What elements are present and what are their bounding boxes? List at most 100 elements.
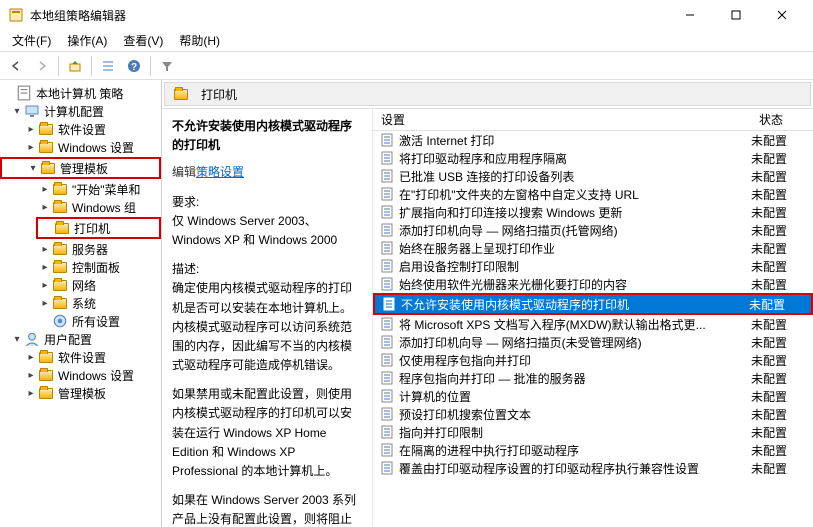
tree-u-software[interactable]: ▸ 软件设置 <box>0 348 161 366</box>
back-button[interactable] <box>4 55 28 77</box>
list-header: 设置 状态 <box>373 109 813 131</box>
tree-printers[interactable]: 打印机 <box>38 219 159 237</box>
chevron-right-icon[interactable]: ▸ <box>38 262 52 273</box>
row-label: 启用设备控制打印限制 <box>399 258 751 275</box>
list-row[interactable]: 激活 Internet 打印未配置 <box>373 131 813 149</box>
separator <box>58 56 59 76</box>
list-row[interactable]: 将打印驱动程序和应用程序隔离未配置 <box>373 149 813 167</box>
tree-pane: 本地计算机 策略 ▾ 计算机配置 ▸ 软件设置 ▸ Windows 设置 ▾ 管… <box>0 80 162 527</box>
chevron-right-icon[interactable]: ▸ <box>24 142 38 153</box>
chevron-right-icon[interactable]: ▸ <box>38 202 52 213</box>
tree-control-panel[interactable]: ▸ 控制面板 <box>0 258 161 276</box>
folder-icon <box>54 220 70 236</box>
desc-body: 确定使用内核模式驱动程序的打印机是否可以安装在本地计算机上。内核模式驱动程序可以… <box>172 279 362 375</box>
tree-root[interactable]: 本地计算机 策略 <box>0 84 161 102</box>
policy-icon <box>16 85 32 101</box>
list-row[interactable]: 在"打印机"文件夹的左窗格中自定义支持 URL未配置 <box>373 185 813 203</box>
maximize-button[interactable] <box>713 0 759 30</box>
row-state: 未配置 <box>751 204 807 221</box>
menu-action[interactable]: 操作(A) <box>59 29 115 52</box>
row-state: 未配置 <box>751 424 807 441</box>
menu-help[interactable]: 帮助(H) <box>171 29 228 52</box>
col-setting[interactable]: 设置 <box>373 111 751 128</box>
computer-icon <box>24 103 40 119</box>
setting-icon <box>379 258 395 274</box>
row-state: 未配置 <box>751 240 807 257</box>
tree-u-admin[interactable]: ▸ 管理模板 <box>0 384 161 402</box>
tree-u-windows[interactable]: ▸ Windows 设置 <box>0 366 161 384</box>
row-state: 未配置 <box>751 442 807 459</box>
svg-text:?: ? <box>131 62 137 73</box>
list-row[interactable]: 指向并打印限制未配置 <box>373 423 813 441</box>
folder-icon <box>173 86 189 102</box>
setting-icon <box>379 442 395 458</box>
tree-all-settings[interactable]: 所有设置 <box>0 312 161 330</box>
tree-network[interactable]: ▸ 网络 <box>0 276 161 294</box>
list-row[interactable]: 预设打印机搜索位置文本未配置 <box>373 405 813 423</box>
list-button[interactable] <box>96 55 120 77</box>
folder-icon <box>52 241 68 257</box>
list-row[interactable]: 始终在服务器上呈现打印作业未配置 <box>373 239 813 257</box>
row-state: 未配置 <box>751 222 807 239</box>
list-row[interactable]: 启用设备控制打印限制未配置 <box>373 257 813 275</box>
tree-user-config[interactable]: ▾ 用户配置 <box>0 330 161 348</box>
menu-file[interactable]: 文件(F) <box>4 29 59 52</box>
settings-icon <box>52 313 68 329</box>
row-label: 将打印驱动程序和应用程序隔离 <box>399 150 751 167</box>
tree-label: Windows 组 <box>72 199 136 216</box>
setting-icon <box>379 132 395 148</box>
path-header: 打印机 <box>164 82 811 106</box>
list-row[interactable]: 扩展指向和打印连接以搜索 Windows 更新未配置 <box>373 203 813 221</box>
tree-start-menu[interactable]: ▸ "开始"菜单和 <box>0 180 161 198</box>
list-row[interactable]: 将 Microsoft XPS 文档写入程序(MXDW)默认输出格式更...未配… <box>373 315 813 333</box>
help-tb-button[interactable]: ? <box>122 55 146 77</box>
chevron-down-icon[interactable]: ▾ <box>10 334 24 345</box>
tree-windows-group[interactable]: ▸ Windows 组 <box>0 198 161 216</box>
tree-system[interactable]: ▸ 系统 <box>0 294 161 312</box>
col-state[interactable]: 状态 <box>751 111 813 128</box>
list-row[interactable]: 仅使用程序包指向并打印未配置 <box>373 351 813 369</box>
tree-software-settings[interactable]: ▸ 软件设置 <box>0 120 161 138</box>
row-label: 仅使用程序包指向并打印 <box>399 352 751 369</box>
list-row[interactable]: 添加打印机向导 — 网络扫描页(托管网络)未配置 <box>373 221 813 239</box>
list-row[interactable]: 覆盖由打印驱动程序设置的打印驱动程序执行兼容性设置未配置 <box>373 459 813 477</box>
setting-icon <box>379 204 395 220</box>
menubar: 文件(F) 操作(A) 查看(V) 帮助(H) <box>0 30 813 52</box>
menu-view[interactable]: 查看(V) <box>115 29 171 52</box>
chevron-right-icon[interactable]: ▸ <box>38 244 52 255</box>
right-pane: 打印机 不允许安装使用内核模式驱动程序的打印机 编辑策略设置 要求: 仅 Win… <box>162 80 813 527</box>
desc-para2: 如果禁用或未配置此设置，则使用内核模式驱动程序的打印机可以安装在运行 Windo… <box>172 385 362 481</box>
chevron-right-icon[interactable]: ▸ <box>38 184 52 195</box>
forward-button[interactable] <box>30 55 54 77</box>
list-body[interactable]: 激活 Internet 打印未配置将打印驱动程序和应用程序隔离未配置已批准 US… <box>373 131 813 527</box>
list-row[interactable]: 已批准 USB 连接的打印设备列表未配置 <box>373 167 813 185</box>
tree-label: 网络 <box>72 277 96 294</box>
chevron-down-icon[interactable]: ▾ <box>26 163 40 174</box>
tree-server[interactable]: ▸ 服务器 <box>0 240 161 258</box>
row-state: 未配置 <box>749 296 805 313</box>
chevron-right-icon[interactable]: ▸ <box>38 280 52 291</box>
tree-admin-templates[interactable]: ▾ 管理模板 <box>2 159 159 177</box>
list-row[interactable]: 始终使用软件光栅器来光栅化要打印的内容未配置 <box>373 275 813 293</box>
close-button[interactable] <box>759 0 805 30</box>
list-row[interactable]: 在隔离的进程中执行打印驱动程序未配置 <box>373 441 813 459</box>
chevron-right-icon[interactable]: ▸ <box>24 352 38 363</box>
chevron-right-icon[interactable]: ▸ <box>24 124 38 135</box>
tree-label: 系统 <box>72 295 96 312</box>
filter-button[interactable] <box>155 55 179 77</box>
row-label: 始终在服务器上呈现打印作业 <box>399 240 751 257</box>
edit-policy-link[interactable]: 策略设置 <box>196 165 244 179</box>
list-row[interactable]: 程序包指向并打印 — 批准的服务器未配置 <box>373 369 813 387</box>
list-row[interactable]: 不允许安装使用内核模式驱动程序的打印机未配置 <box>375 295 811 313</box>
chevron-right-icon[interactable]: ▸ <box>24 370 38 381</box>
list-row[interactable]: 计算机的位置未配置 <box>373 387 813 405</box>
list-row[interactable]: 添加打印机向导 — 网络扫描页(未受管理网络)未配置 <box>373 333 813 351</box>
chevron-right-icon[interactable]: ▸ <box>24 388 38 399</box>
minimize-button[interactable] <box>667 0 713 30</box>
tree-windows-settings[interactable]: ▸ Windows 设置 <box>0 138 161 156</box>
tree-label: 服务器 <box>72 241 108 258</box>
chevron-right-icon[interactable]: ▸ <box>38 298 52 309</box>
up-button[interactable] <box>63 55 87 77</box>
tree-computer-config[interactable]: ▾ 计算机配置 <box>0 102 161 120</box>
chevron-down-icon[interactable]: ▾ <box>10 106 24 117</box>
